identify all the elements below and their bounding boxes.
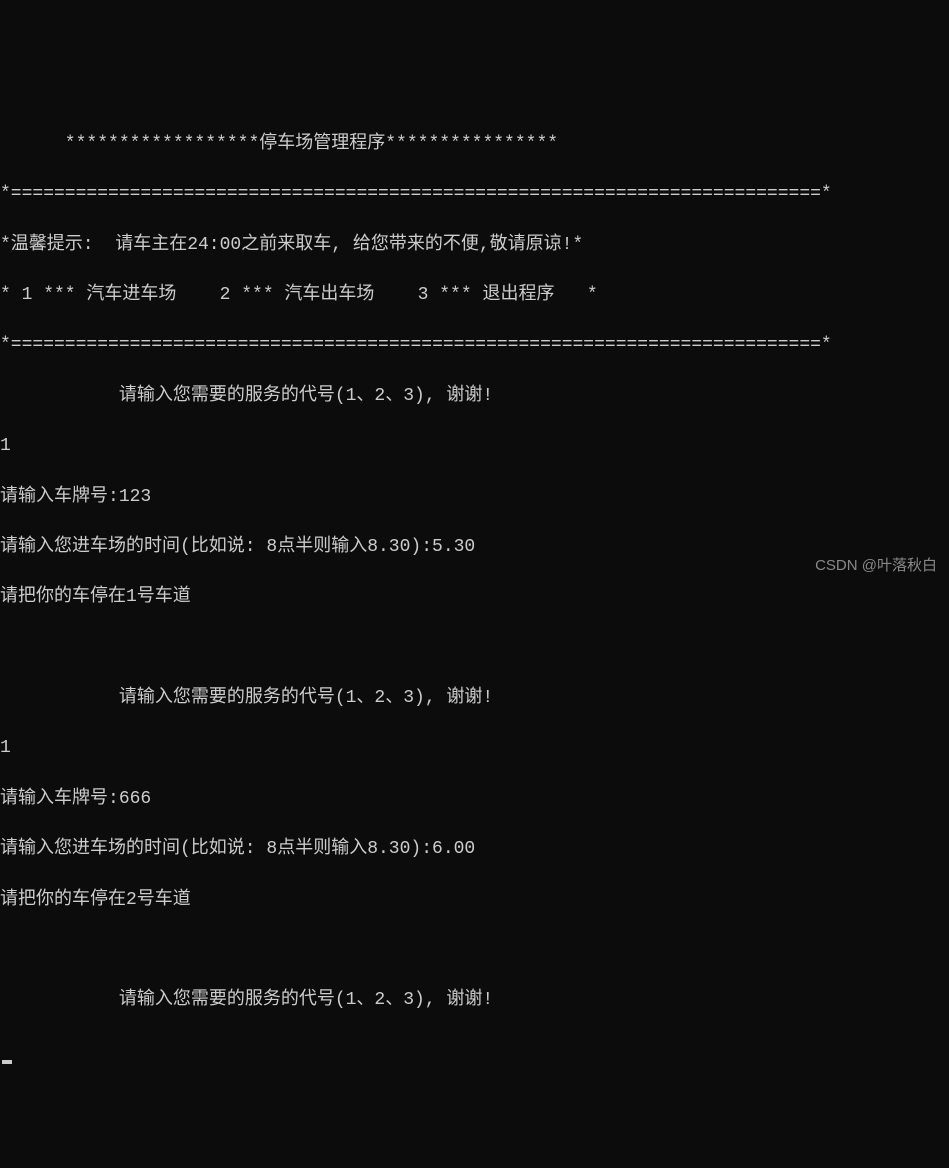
session1-choice: 1: [0, 434, 949, 459]
session2-choice: 1: [0, 736, 949, 761]
session2-time-value: 6.00: [432, 839, 475, 859]
blank-2: [0, 938, 949, 963]
blank-1: [0, 636, 949, 661]
session1-plate-value: 123: [119, 487, 151, 507]
session2-plate-prompt: 请输入车牌号:: [0, 789, 119, 809]
session2-plate-value: 666: [119, 789, 151, 809]
session2-time-line: 请输入您进车场的时间(比如说: 8点半则输入8.30):6.00: [0, 837, 949, 862]
service-prompt-3: 请输入您需要的服务的代号(1、2、3), 谢谢!: [0, 988, 949, 1013]
cursor-line[interactable]: [0, 1039, 949, 1064]
session2-plate-line: 请输入车牌号:666: [0, 787, 949, 812]
session2-time-prompt: 请输入您进车场的时间(比如说: 8点半则输入8.30):: [0, 839, 432, 859]
terminal-output[interactable]: ******************停车场管理程序***************…: [0, 101, 949, 1089]
session1-time-value: 5.30: [432, 537, 475, 557]
session1-plate-line: 请输入车牌号:123: [0, 485, 949, 510]
cursor-icon: [2, 1060, 12, 1064]
session2-park-result: 请把你的车停在2号车道: [0, 888, 949, 913]
session1-plate-prompt: 请输入车牌号:: [0, 487, 119, 507]
service-prompt-1: 请输入您需要的服务的代号(1、2、3), 谢谢!: [0, 384, 949, 409]
header-tip: *温馨提示: 请车主在24:00之前来取车, 给您带来的不便,敬请原谅!*: [0, 233, 949, 258]
session1-time-line: 请输入您进车场的时间(比如说: 8点半则输入8.30):5.30: [0, 535, 949, 560]
header-title: ******************停车场管理程序***************…: [0, 132, 949, 157]
header-divider-top: *=======================================…: [0, 182, 949, 207]
service-prompt-2: 请输入您需要的服务的代号(1、2、3), 谢谢!: [0, 686, 949, 711]
header-divider-bottom: *=======================================…: [0, 333, 949, 358]
header-menu: * 1 *** 汽车进车场 2 *** 汽车出车场 3 *** 退出程序 *: [0, 283, 949, 308]
watermark: CSDN @叶落秋白: [815, 555, 937, 576]
session1-park-result: 请把你的车停在1号车道: [0, 585, 949, 610]
session1-time-prompt: 请输入您进车场的时间(比如说: 8点半则输入8.30):: [0, 537, 432, 557]
